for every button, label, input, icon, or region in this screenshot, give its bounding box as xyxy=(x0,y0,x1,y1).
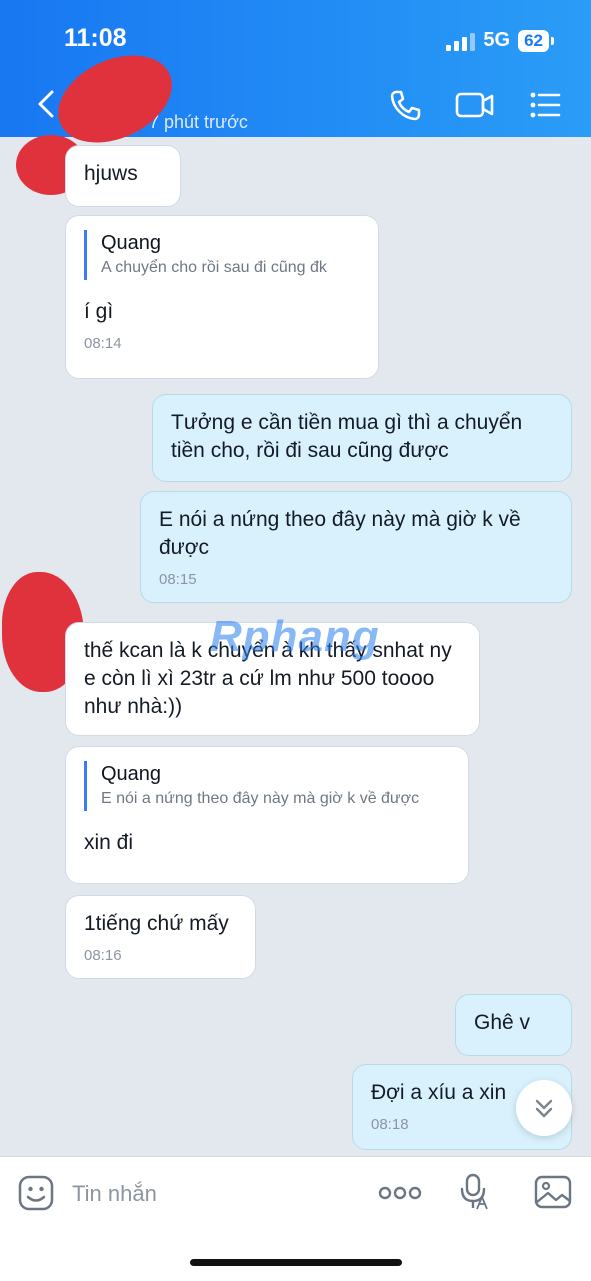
quoted-message[interactable]: Quang A chuyển cho rồi sau đi cũng đk xyxy=(84,230,360,280)
message-outgoing[interactable]: Ghê v xyxy=(455,994,572,1056)
message-time: 08:16 xyxy=(84,947,122,964)
quoted-message[interactable]: Quang E nói a nứng theo đây này mà giờ k… xyxy=(84,761,450,811)
message-incoming[interactable]: hjuws xyxy=(65,145,181,207)
message-text: xin đi xyxy=(84,831,134,854)
quote-text: E nói a nứng theo đây này mà giờ k về đư… xyxy=(101,790,420,807)
quote-text: A chuyển cho rồi sau đi cũng đk xyxy=(101,259,327,276)
video-call-icon[interactable] xyxy=(455,88,495,122)
battery-level: 62 xyxy=(518,29,554,52)
message-text: Ghê v xyxy=(474,1011,531,1034)
menu-list-icon[interactable] xyxy=(528,88,562,122)
sticker-emoji-icon[interactable] xyxy=(18,1175,54,1211)
message-incoming-reply[interactable]: Quang A chuyển cho rồi sau đi cũng đk í … xyxy=(65,215,379,379)
message-text: hjuws xyxy=(84,162,138,185)
message-time: 08:15 xyxy=(159,571,197,588)
more-options-icon[interactable] xyxy=(378,1183,422,1203)
message-text: í gì xyxy=(84,300,114,323)
signal-icon xyxy=(446,31,476,51)
message-time: 08:14 xyxy=(84,335,122,352)
message-input[interactable]: Tin nhắn xyxy=(72,1181,157,1207)
status-indicators: 5G 62 xyxy=(446,29,554,52)
message-text: E nói a nứng theo đây này mà giờ k về đư… xyxy=(159,508,521,559)
voice-microphone-icon[interactable] xyxy=(458,1173,490,1211)
status-time: 11:08 xyxy=(64,24,127,52)
scroll-to-bottom-button[interactable] xyxy=(516,1080,572,1136)
message-outgoing[interactable]: E nói a nứng theo đây này mà giờ k về đư… xyxy=(140,491,572,603)
network-type: 5G xyxy=(483,29,511,51)
message-incoming-reply[interactable]: Quang E nói a nứng theo đây này mà giờ k… xyxy=(65,746,469,884)
message-text: 1tiếng chứ mấy xyxy=(84,912,229,935)
phone-call-icon[interactable] xyxy=(388,88,422,122)
image-gallery-icon[interactable] xyxy=(534,1175,572,1209)
message-text: Tưởng e cần tiền mua gì thì a chuyển tiề… xyxy=(171,411,523,462)
watermark-logo: Rphang xyxy=(210,612,380,661)
message-incoming[interactable]: 1tiếng chứ mấy 08:16 xyxy=(65,895,256,979)
home-indicator xyxy=(190,1259,402,1266)
quote-author: Quang xyxy=(101,232,162,254)
quote-author: Quang xyxy=(101,763,162,785)
double-chevron-down-icon xyxy=(535,1099,553,1118)
message-outgoing[interactable]: Tưởng e cần tiền mua gì thì a chuyển tiề… xyxy=(152,394,572,482)
back-arrow-icon[interactable] xyxy=(32,86,60,122)
